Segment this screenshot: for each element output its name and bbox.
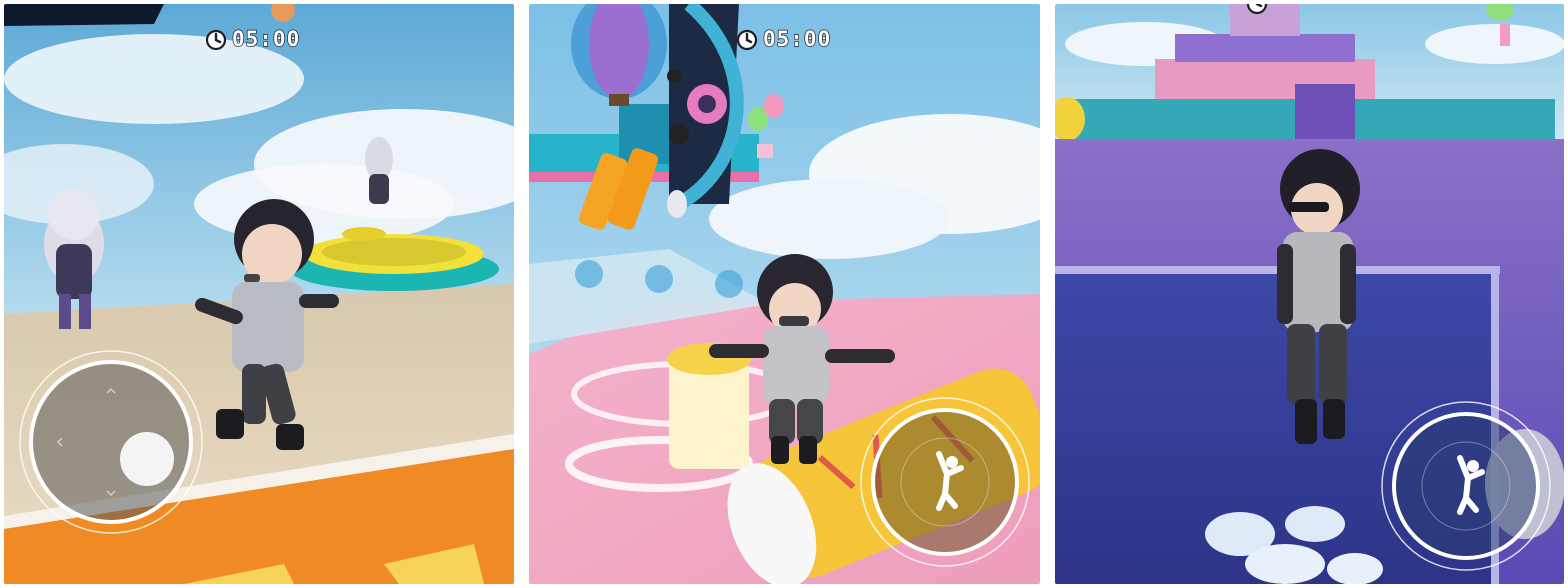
timer-text: 05:00 bbox=[762, 26, 832, 51]
stopwatch-icon bbox=[1246, 4, 1268, 15]
gameplay-panel-3 bbox=[1055, 4, 1564, 584]
timer-display: 05:00 bbox=[204, 26, 300, 52]
stopwatch-icon bbox=[736, 29, 758, 51]
timer-display: 05:00 bbox=[735, 26, 831, 52]
jump-button[interactable] bbox=[859, 396, 1031, 568]
joystick-thumb[interactable] bbox=[120, 432, 174, 486]
gameplay-panel-1: 05:00 bbox=[4, 4, 514, 584]
gameplay-panel-2: 05:00 bbox=[529, 4, 1040, 584]
timer-text: 05:00 bbox=[231, 26, 301, 51]
jump-button[interactable] bbox=[1380, 400, 1552, 572]
virtual-joystick[interactable] bbox=[18, 349, 204, 535]
timer-display bbox=[1245, 4, 1273, 16]
stopwatch-icon bbox=[205, 29, 227, 51]
